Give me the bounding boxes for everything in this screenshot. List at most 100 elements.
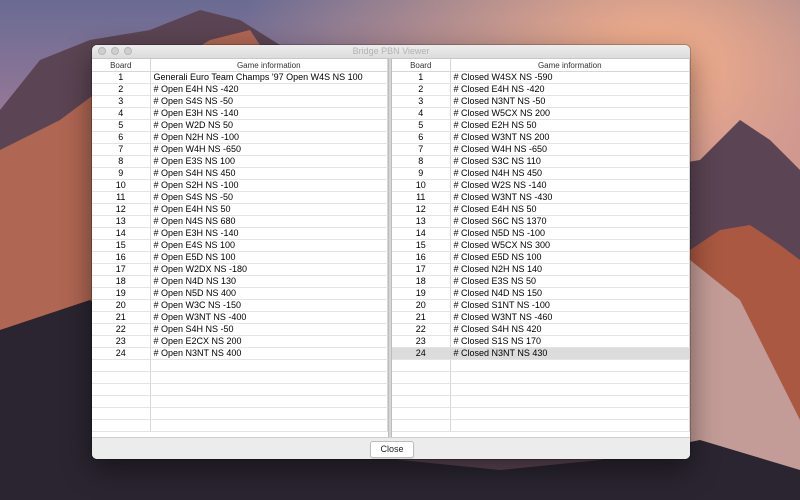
- table-row[interactable]: 16 # Closed E5D NS 100: [392, 251, 690, 264]
- title-bar[interactable]: Bridge PBN Viewer: [92, 45, 690, 59]
- table-row[interactable]: 2 # Closed E4H NS -420: [392, 83, 690, 96]
- table-row[interactable]: 14 # Open E3H NS -140: [92, 227, 388, 240]
- table-row[interactable]: 7 # Open W4H NS -650: [92, 143, 388, 156]
- game-information-cell: # Closed S1S NS 170: [450, 335, 690, 348]
- table-row[interactable]: 4 # Open E3H NS -140: [92, 107, 388, 120]
- table-row[interactable]: 21 # Open W3NT NS -400: [92, 311, 388, 324]
- table-row[interactable]: 15 # Open E4S NS 100: [92, 239, 388, 252]
- board-number-cell: 1: [92, 71, 151, 84]
- table-row[interactable]: 20 # Open W3C NS -150: [92, 299, 388, 312]
- table-row[interactable]: 8 # Open E3S NS 100: [92, 155, 388, 168]
- table-row[interactable]: 18 # Closed E3S NS 50: [392, 275, 690, 288]
- board-number-cell: 16: [92, 251, 151, 264]
- table-row[interactable]: 12 # Closed E4H NS 50: [392, 203, 690, 216]
- game-information-cell: # Closed W5CX NS 300: [450, 239, 690, 252]
- table-row[interactable]: 10 # Open S2H NS -100: [92, 179, 388, 192]
- game-information-cell: # Closed W2S NS -140: [450, 179, 690, 192]
- board-number-cell: 8: [92, 155, 151, 168]
- table-row[interactable]: 19 # Open N5D NS 400: [92, 287, 388, 300]
- board-number-cell: 15: [392, 239, 451, 252]
- table-row[interactable]: 23 # Closed S1S NS 170: [392, 335, 690, 348]
- table-row[interactable]: 3 # Closed N3NT NS -50: [392, 95, 690, 108]
- board-number-cell: 9: [92, 167, 151, 180]
- game-information-cell: [150, 359, 388, 372]
- board-number-cell: [92, 371, 151, 384]
- table-row[interactable]: 21 # Closed W3NT NS -460: [392, 311, 690, 324]
- game-information-cell: # Open S4H NS 450: [150, 167, 388, 180]
- empty-table-row: [92, 359, 388, 372]
- table-row[interactable]: 19 # Closed N4D NS 150: [392, 287, 690, 300]
- table-row[interactable]: 2 # Open E4H NS -420: [92, 83, 388, 96]
- game-information-cell: # Open S2H NS -100: [150, 179, 388, 192]
- table-row[interactable]: 6 # Open N2H NS -100: [92, 131, 388, 144]
- empty-table-row: [92, 383, 388, 396]
- column-header-board[interactable]: Board: [392, 59, 451, 72]
- game-information-cell: # Open E2CX NS 200: [150, 335, 388, 348]
- game-information-cell: # Closed S4H NS 420: [450, 323, 690, 336]
- table-row[interactable]: 5 # Open W2D NS 50: [92, 119, 388, 132]
- game-information-cell: [450, 371, 690, 384]
- table-row[interactable]: 17 # Open W2DX NS -180: [92, 263, 388, 276]
- board-number-cell: 23: [92, 335, 151, 348]
- board-number-cell: [392, 407, 451, 420]
- table-row[interactable]: 1 # Closed W4SX NS -590: [392, 71, 690, 84]
- table-row[interactable]: 24 # Open N3NT NS 400: [92, 347, 388, 360]
- board-number-cell: 2: [92, 83, 151, 96]
- board-number-cell: 11: [392, 191, 451, 204]
- game-information-cell: # Closed N5D NS -100: [450, 227, 690, 240]
- board-number-cell: [392, 419, 451, 432]
- table-row[interactable]: 7 # Closed W4H NS -650: [392, 143, 690, 156]
- board-number-cell: 2: [392, 83, 451, 96]
- tables-area: Board Game information 1 Generali Euro Te…: [92, 59, 690, 437]
- table-row[interactable]: 13 # Closed S6C NS 1370: [392, 215, 690, 228]
- board-number-cell: 14: [92, 227, 151, 240]
- table-row[interactable]: 11 # Closed W3NT NS -430: [392, 191, 690, 204]
- game-information-cell: [150, 395, 388, 408]
- table-row[interactable]: 20 # Closed S1NT NS -100: [392, 299, 690, 312]
- table-row[interactable]: 17 # Closed N2H NS 140: [392, 263, 690, 276]
- table-row[interactable]: 22 # Closed S4H NS 420: [392, 323, 690, 336]
- empty-table-row: [92, 419, 388, 432]
- closed-room-table-panel[interactable]: Board Game information 1 # Closed W4SX NS…: [392, 59, 690, 437]
- column-header-game-information[interactable]: Game information: [450, 59, 690, 72]
- table-row[interactable]: 4 # Closed W5CX NS 200: [392, 107, 690, 120]
- table-row[interactable]: 1 Generali Euro Team Champs '97 Open W4S …: [92, 71, 388, 84]
- game-information-cell: # Open E3H NS -140: [150, 107, 388, 120]
- game-information-cell: Generali Euro Team Champs '97 Open W4S N…: [150, 71, 388, 84]
- board-number-cell: [392, 371, 451, 384]
- close-button[interactable]: Close: [370, 441, 414, 458]
- table-row[interactable]: 5 # Closed E2H NS 50: [392, 119, 690, 132]
- game-information-cell: [150, 419, 388, 432]
- table-row[interactable]: 23 # Open E2CX NS 200: [92, 335, 388, 348]
- table-row[interactable]: 9 # Closed N4H NS 450: [392, 167, 690, 180]
- table-row[interactable]: 22 # Open S4H NS -50: [92, 323, 388, 336]
- table-row[interactable]: 24 # Closed N3NT NS 430: [392, 347, 690, 360]
- table-row[interactable]: 16 # Open E5D NS 100: [92, 251, 388, 264]
- table-row[interactable]: 15 # Closed W5CX NS 300: [392, 239, 690, 252]
- empty-table-row: [392, 383, 690, 396]
- table-row[interactable]: 13 # Open N4S NS 680: [92, 215, 388, 228]
- board-number-cell: 24: [392, 347, 451, 360]
- board-number-cell: 6: [92, 131, 151, 144]
- table-row[interactable]: 3 # Open S4S NS -50: [92, 95, 388, 108]
- column-header-board[interactable]: Board: [92, 59, 151, 72]
- game-information-cell: # Closed S1NT NS -100: [450, 299, 690, 312]
- column-header-game-information[interactable]: Game information: [150, 59, 388, 72]
- table-row[interactable]: 6 # Closed W3NT NS 200: [392, 131, 690, 144]
- table-row[interactable]: 18 # Open N4D NS 130: [92, 275, 388, 288]
- game-information-cell: # Open W4H NS -650: [150, 143, 388, 156]
- board-number-cell: [92, 395, 151, 408]
- empty-table-row: [392, 359, 690, 372]
- table-row[interactable]: 9 # Open S4H NS 450: [92, 167, 388, 180]
- board-number-cell: 23: [392, 335, 451, 348]
- board-number-cell: [92, 419, 151, 432]
- board-number-cell: 7: [392, 143, 451, 156]
- game-information-cell: # Closed E4H NS 50: [450, 203, 690, 216]
- game-information-cell: # Open N3NT NS 400: [150, 347, 388, 360]
- table-row[interactable]: 11 # Open S4S NS -50: [92, 191, 388, 204]
- table-row[interactable]: 14 # Closed N5D NS -100: [392, 227, 690, 240]
- table-row[interactable]: 12 # Open E4H NS 50: [92, 203, 388, 216]
- table-row[interactable]: 8 # Closed S3C NS 110: [392, 155, 690, 168]
- table-row[interactable]: 10 # Closed W2S NS -140: [392, 179, 690, 192]
- open-room-table-panel[interactable]: Board Game information 1 Generali Euro Te…: [92, 59, 388, 437]
